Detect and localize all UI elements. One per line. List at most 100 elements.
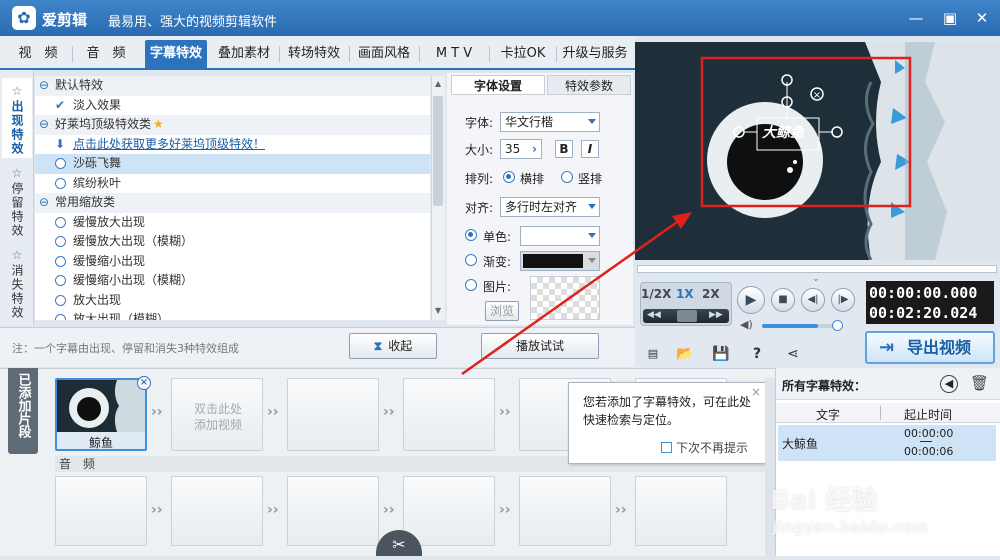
empty-clip-slot[interactable] [287,378,379,451]
volume-slider[interactable] [762,324,840,328]
tab-overlay-material[interactable]: 叠加素材 [213,40,275,68]
no-remind-option[interactable]: 下次不再提示 [661,439,748,457]
list-item[interactable]: 缤纷秋叶 [35,174,430,194]
list-item[interactable]: 缓慢缩小出现（模糊） [35,271,430,291]
align-select[interactable]: 多行时左对齐 [500,197,600,217]
play-test-button[interactable]: 播放试试 [481,333,599,359]
effect-list: ⊖ 默认特效 ✔ 淡入效果 ⊖ 好莱坞顶级特效类 ★ ⬇ 点击此处获取更多好莱坞… [35,76,430,320]
tab-subtitle-effects[interactable]: 字幕特效 [145,40,207,68]
audio-slot[interactable] [55,476,147,546]
list-item[interactable]: 缓慢放大出现（模糊） [35,232,430,252]
audio-slot[interactable] [519,476,611,546]
new-project-icon[interactable]: ▤ [643,345,663,363]
audio-slot[interactable] [635,476,727,546]
link-label[interactable]: 点击此处获取更多好莱坞顶级特效！ [73,135,265,155]
side-tab-disappear[interactable]: ☆ 消失特效 [2,244,32,322]
solid-color-radio[interactable] [465,229,477,241]
baidu-watermark: Bai 经验 jingyan.baidu.com [760,470,1000,556]
browse-button[interactable]: 浏览 [485,301,519,321]
list-item[interactable]: 缓慢放大出现 [35,213,430,233]
scroll-up-icon[interactable]: ▲ [435,79,441,88]
volume-icon[interactable]: ◀) [740,318,753,331]
stop-icon[interactable]: ■ [771,288,795,312]
gradient-select[interactable] [520,251,600,271]
video-preview[interactable]: × 大鲸鱼 [635,42,1000,260]
horizontal-radio[interactable] [503,171,515,183]
speed-1x-button[interactable]: 1X [676,287,694,301]
tab-upgrade-service[interactable]: 升级与服务 [558,40,632,68]
tab-video[interactable]: 视 频 [8,40,68,68]
chevron-down-icon[interactable]: ⌄ [812,274,820,284]
star-outline-icon: ☆ [11,166,23,180]
jog-wheel[interactable]: ◀◀ ▶▶ [643,309,729,323]
side-tab-appear[interactable]: ☆ 出现特效 [2,78,32,158]
remove-clip-icon[interactable]: × [137,376,151,390]
speed-2x-button[interactable]: 2X [702,287,720,301]
export-video-button[interactable]: ⇥ 导出视频 [865,331,995,364]
category-label: 常用缩放类 [55,195,116,209]
vertical-radio[interactable] [561,171,573,183]
empty-clip-slot[interactable] [403,378,495,451]
add-video-slot[interactable]: 双击此处添加视频 [171,378,263,451]
tab-effect-params[interactable]: 特效参数 [547,75,631,95]
close-icon[interactable]: ✕ [972,8,992,28]
play-icon[interactable]: ▶ [737,286,765,314]
side-tab-stay[interactable]: ☆ 停留特效 [2,162,32,240]
help-icon[interactable]: ? [747,345,767,363]
audio-slot[interactable] [403,476,495,546]
close-tooltip-icon[interactable]: × [751,383,761,401]
collapse-icon[interactable]: ⊖ [39,193,49,213]
circle-icon [55,177,66,189]
bold-button[interactable]: B [555,140,573,158]
open-folder-icon[interactable]: 📂 [675,345,695,363]
category-hollywood[interactable]: ⊖ 好莱坞顶级特效类 ★ [35,115,430,135]
tab-audio[interactable]: 音 频 [76,40,136,68]
font-select[interactable]: 华文行楷 [500,112,600,132]
maximize-icon[interactable]: ▣ [940,8,960,28]
list-item-selected[interactable]: 沙砾飞舞 [35,154,430,174]
video-clip[interactable]: 鲸鱼 × [55,376,151,451]
audio-slot[interactable] [171,476,263,546]
chevron-right-icon[interactable]: › [532,140,537,158]
tab-picture-style[interactable]: 画面风格 [353,40,415,68]
locate-icon[interactable]: ◀ [940,375,958,393]
collapse-icon[interactable]: ⊖ [39,76,49,96]
scrollbar-thumb[interactable] [433,96,443,206]
subtitle-row[interactable]: 大鲸鱼 00:00:00 00:00:06 [778,425,996,461]
list-item[interactable]: 缓慢缩小出现 [35,252,430,272]
speed-half-button[interactable]: 1/2X [641,287,671,301]
solid-color-select[interactable] [520,226,600,246]
tooltip-text: 您若添加了字幕特效，可在此处快速检索与定位。 [583,395,752,427]
list-item[interactable]: 放大出现 [35,291,430,311]
gradient-radio[interactable] [465,254,477,266]
italic-button[interactable]: I [581,140,599,158]
collapse-button[interactable]: ⧗ 收起 [349,333,437,359]
playback-progress-bar[interactable] [637,265,997,273]
image-radio[interactable] [465,279,477,291]
hollywood-download-link[interactable]: ⬇ 点击此处获取更多好莱坞顶级特效！ [35,135,430,155]
category-zoom[interactable]: ⊖ 常用缩放类 [35,193,430,213]
category-default[interactable]: ⊖ 默认特效 [35,76,430,96]
minimize-icon[interactable]: — [906,8,926,28]
share-icon[interactable]: ⋖ [783,345,803,363]
size-input[interactable]: 35 › [500,139,542,159]
jog-knob[interactable] [677,310,697,322]
next-frame-icon[interactable]: |▶ [831,288,855,312]
effect-label: 缓慢缩小出现 [73,253,146,268]
checkbox[interactable] [661,442,672,453]
previous-frame-icon[interactable]: ◀| [801,288,825,312]
list-item[interactable]: 放大出现（模糊） [35,310,430,320]
collapse-icon[interactable]: ⊖ [39,115,49,135]
star-outline-icon: ☆ [11,248,23,262]
save-icon[interactable]: 💾 [711,345,731,363]
tab-font-settings[interactable]: 字体设置 [451,75,545,95]
tab-transitions[interactable]: 转场特效 [283,40,345,68]
tab-karaoke[interactable]: 卡拉OK [492,40,554,68]
audio-slot[interactable] [287,476,379,546]
volume-knob[interactable] [832,320,843,331]
tab-mtv[interactable]: M T V [423,40,485,68]
list-item[interactable]: ✔ 淡入效果 [35,96,430,116]
gradient-swatch [523,254,583,268]
trash-icon[interactable]: 🗑 [970,374,989,392]
scroll-down-icon[interactable]: ▼ [435,306,441,315]
